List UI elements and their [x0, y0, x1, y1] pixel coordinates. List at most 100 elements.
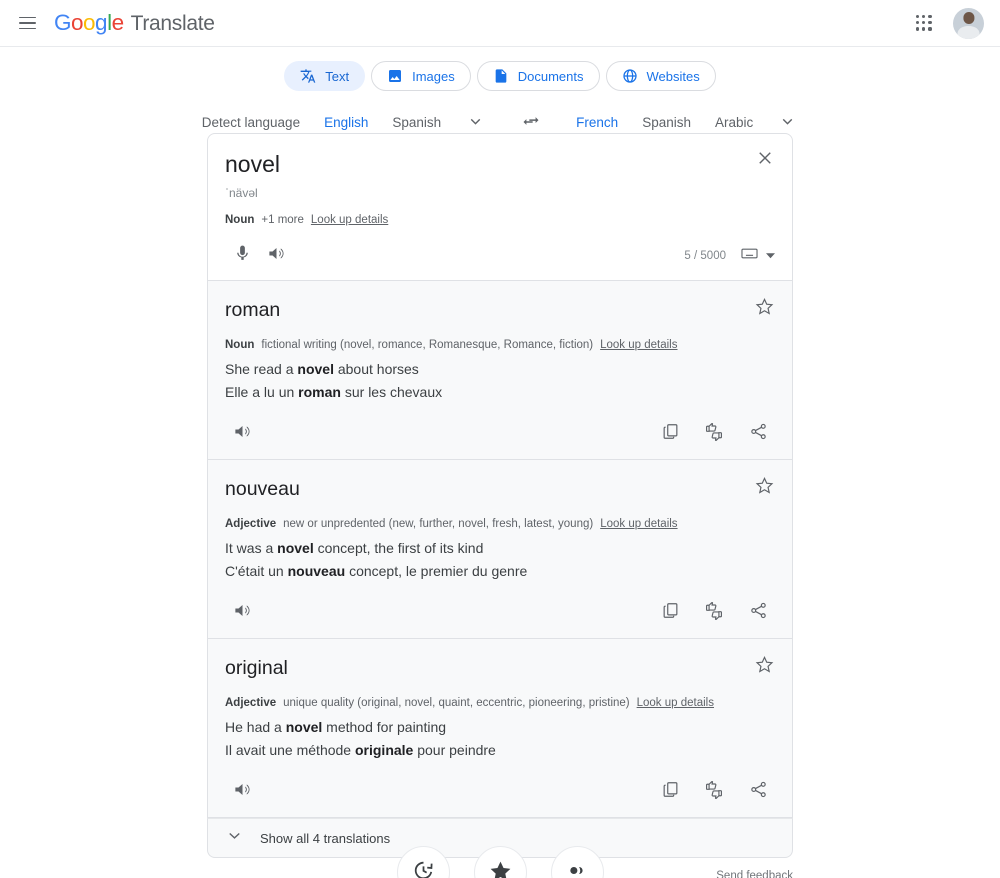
tab-websites[interactable]: Websites [606, 61, 716, 91]
translation-listen-button[interactable] [225, 596, 259, 630]
clear-source-button[interactable] [751, 146, 779, 174]
rate-translation-button[interactable] [697, 775, 731, 809]
history-button[interactable] [397, 846, 450, 878]
microphone-icon [233, 244, 252, 268]
history-icon [411, 858, 436, 878]
translation-listen-button[interactable] [225, 417, 259, 451]
translation-gloss: new or unpredented (new, further, novel,… [283, 518, 593, 530]
tab-text[interactable]: Text [284, 61, 365, 91]
tab-label: Text [325, 69, 349, 84]
copy-translation-button[interactable] [653, 417, 687, 451]
google-wordmark: Google [54, 10, 124, 36]
menu-line [19, 22, 36, 24]
translation-pos: Noun [225, 339, 254, 351]
star-filled-icon [488, 858, 513, 878]
source-text-input[interactable]: novel [225, 149, 775, 179]
copy-icon [661, 422, 680, 446]
saved-button[interactable] [474, 846, 527, 878]
globe-icon [622, 68, 638, 84]
close-icon [756, 149, 774, 172]
speaker-icon [233, 780, 252, 804]
source-listen-button[interactable] [259, 239, 293, 273]
rate-translation-button[interactable] [697, 417, 731, 451]
copy-icon [661, 601, 680, 625]
keyboard-picker-button[interactable] [740, 244, 775, 268]
translation-meta: Adjective unique quality (original, nove… [225, 697, 775, 709]
avatar[interactable] [953, 8, 984, 39]
translation-word: original [225, 655, 775, 681]
translation-gloss: unique quality (original, novel, quaint,… [283, 697, 629, 709]
image-icon [387, 68, 403, 84]
header-actions [905, 4, 984, 42]
source-microphone-button[interactable] [225, 239, 259, 273]
translation-card: original Adjective unique quality (origi… [207, 639, 793, 818]
translation-lookup-details-link[interactable]: Look up details [637, 697, 714, 709]
translation-panel: novel ˈnävəl Noun +1 more Look up detail… [207, 133, 793, 878]
keyboard-icon [740, 244, 759, 268]
share-translation-button[interactable] [741, 775, 775, 809]
speaker-icon [233, 422, 252, 446]
share-icon [749, 422, 768, 446]
thumbs-rating-icon [704, 601, 724, 626]
tab-images[interactable]: Images [371, 61, 471, 91]
translation-card: roman Noun fictional writing (novel, rom… [207, 281, 793, 460]
copy-icon [661, 780, 680, 804]
source-pos-more: +1 more [261, 214, 304, 226]
copy-translation-button[interactable] [653, 775, 687, 809]
swap-languages-icon [521, 112, 541, 135]
example-source-sentence: It was a novel concept, the first of its… [225, 538, 775, 559]
menu-line [19, 28, 36, 30]
translate-icon [300, 68, 316, 84]
thumbs-rating-icon [704, 780, 724, 805]
star-outline-icon [755, 655, 774, 679]
example-target-sentence: Il avait une méthode originale pour pein… [225, 740, 775, 761]
source-text-card: novel ˈnävəl Noun +1 more Look up detail… [207, 133, 793, 281]
google-translate-logo[interactable]: Google Translate [54, 10, 215, 36]
contribute-button[interactable] [551, 846, 604, 878]
tab-label: Images [412, 69, 455, 84]
character-counter: 5 / 5000 [684, 250, 726, 262]
share-icon [749, 780, 768, 804]
example-target-sentence: C'était un nouveau concept, le premier d… [225, 561, 775, 582]
tab-documents[interactable]: Documents [477, 61, 600, 91]
logo-letter-G: G [54, 10, 71, 35]
speaker-icon [267, 244, 286, 268]
save-translation-button[interactable] [749, 294, 779, 324]
tab-label: Documents [518, 69, 584, 84]
thumbs-rating-icon [704, 422, 724, 447]
rate-translation-button[interactable] [697, 596, 731, 630]
bottom-action-bar [0, 846, 1000, 878]
translation-word: nouveau [225, 476, 775, 502]
share-translation-button[interactable] [741, 417, 775, 451]
logo-letter-o2: o [83, 10, 95, 35]
translation-lookup-details-link[interactable]: Look up details [600, 339, 677, 351]
main-menu-button[interactable] [10, 6, 44, 40]
speaker-icon [233, 601, 252, 625]
share-icon [749, 601, 768, 625]
logo-letter-o1: o [71, 10, 83, 35]
source-lookup-details-link[interactable]: Look up details [311, 214, 388, 226]
copy-translation-button[interactable] [653, 596, 687, 630]
source-phonetic: ˈnävəl [225, 186, 775, 200]
contribute-icon [565, 858, 590, 878]
translation-listen-button[interactable] [225, 775, 259, 809]
app-header: Google Translate [0, 0, 1000, 47]
translation-lookup-details-link[interactable]: Look up details [600, 518, 677, 530]
logo-letter-g: g [95, 10, 107, 35]
translation-pos: Adjective [225, 697, 276, 709]
google-apps-icon[interactable] [905, 4, 943, 42]
example-source-sentence: He had a novel method for painting [225, 717, 775, 738]
star-outline-icon [755, 476, 774, 500]
example-source-sentence: She read a novel about horses [225, 359, 775, 380]
tab-label: Websites [647, 69, 700, 84]
save-translation-button[interactable] [749, 652, 779, 682]
document-icon [493, 68, 509, 84]
chevron-down-icon [467, 113, 484, 133]
save-translation-button[interactable] [749, 473, 779, 503]
translation-actions [225, 588, 775, 638]
star-outline-icon [755, 297, 774, 321]
caret-down-icon [766, 247, 775, 265]
share-translation-button[interactable] [741, 596, 775, 630]
translation-meta: Noun fictional writing (novel, romance, … [225, 339, 775, 351]
menu-line [19, 17, 36, 19]
